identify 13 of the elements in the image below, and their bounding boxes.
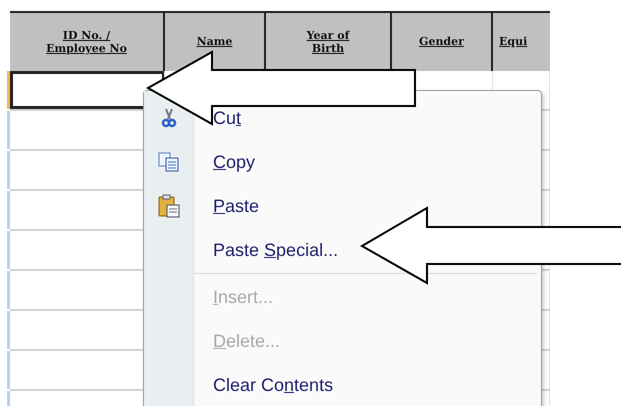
column-header: Name [165,13,266,71]
scissors-icon [160,108,176,128]
menu-item[interactable]: Clear Contents [213,374,334,396]
menu-item[interactable]: Copy [213,152,256,172]
clipboard-icon [156,194,180,218]
column-header: ID No. / Employee No [10,13,165,71]
menu-item[interactable]: Cut [213,108,242,128]
menu-item[interactable]: Paste [213,196,260,216]
column-header: Equi [493,13,550,71]
copy-icon [158,152,180,172]
column-header: Year of Birth [266,13,392,71]
menu-item[interactable]: Paste Special... [213,240,338,260]
column-header: Gender [392,13,493,71]
